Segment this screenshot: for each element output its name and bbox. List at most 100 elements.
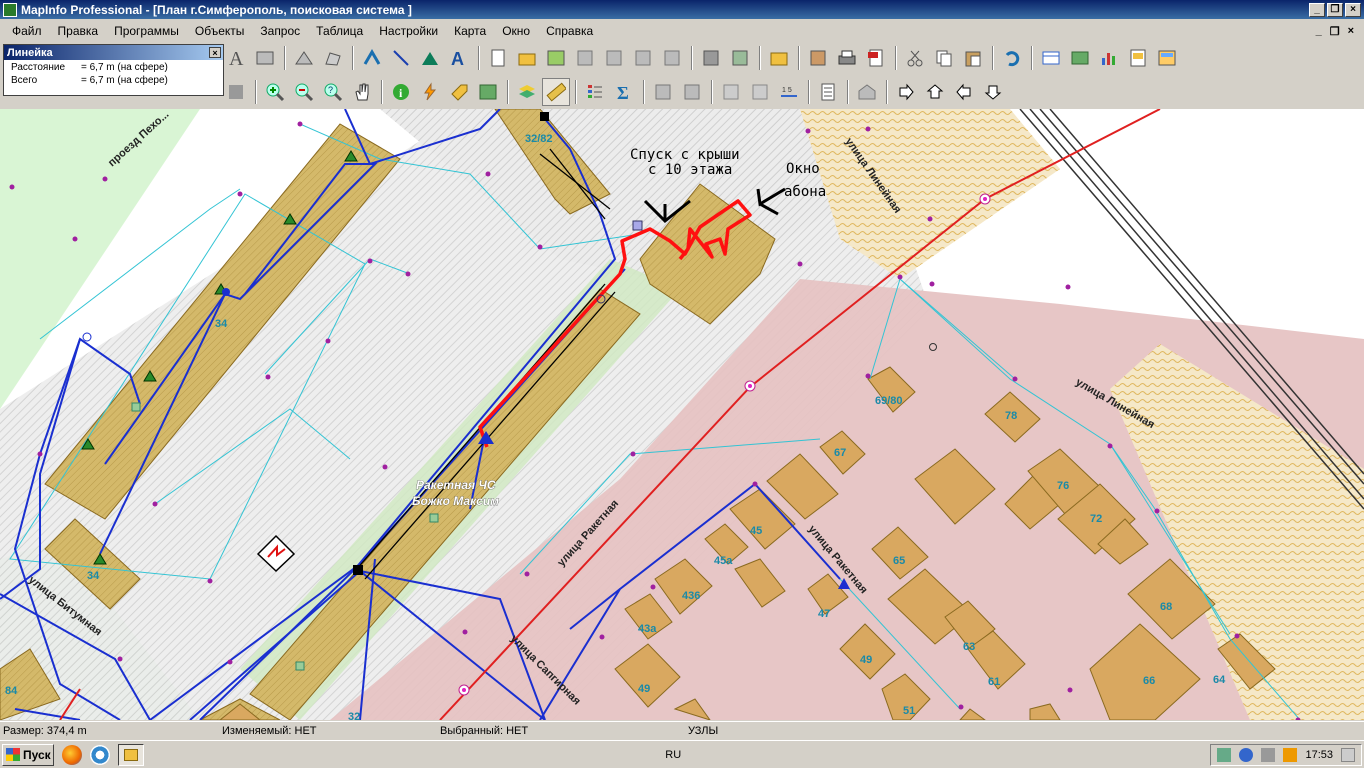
- new-browser-icon[interactable]: [1037, 44, 1065, 72]
- print-icon[interactable]: [833, 44, 861, 72]
- paste-icon[interactable]: [959, 44, 987, 72]
- refresh-icon[interactable]: [90, 744, 110, 765]
- layer-control-icon[interactable]: [513, 78, 541, 106]
- close-button[interactable]: ×: [1345, 2, 1361, 17]
- open-universal-icon[interactable]: [658, 44, 686, 72]
- building-number: 436: [682, 590, 700, 602]
- mapinfo-task-button[interactable]: [118, 743, 144, 766]
- menu-table[interactable]: Таблица: [308, 24, 371, 38]
- app-icon: [3, 2, 17, 17]
- building-number: 72: [1090, 513, 1102, 525]
- map-canvas[interactable]: 32/82 34 34 84 32 69/80 78 67 76 72 45 4…: [0, 109, 1364, 720]
- globe-icon[interactable]: [1239, 747, 1254, 762]
- line-tool-icon[interactable]: [387, 44, 415, 72]
- statistics-icon[interactable]: Σ: [610, 78, 638, 106]
- label-tool-icon[interactable]: A: [445, 44, 473, 72]
- polygon-select-icon[interactable]: [746, 78, 774, 106]
- show-desktop-icon[interactable]: [1340, 747, 1355, 762]
- menu-edit[interactable]: Правка: [50, 24, 107, 38]
- copy-icon[interactable]: [930, 44, 958, 72]
- new-layout-icon[interactable]: [1124, 44, 1152, 72]
- minimize-button[interactable]: _: [1309, 2, 1325, 17]
- save-table-icon[interactable]: [697, 44, 725, 72]
- ruler-title-bar[interactable]: Линейка ×: [4, 45, 223, 60]
- info-tool-icon[interactable]: i: [387, 78, 415, 106]
- open-wms-icon[interactable]: [600, 44, 628, 72]
- cut-icon[interactable]: [901, 44, 929, 72]
- hotlink-icon[interactable]: [416, 78, 444, 106]
- save-copy-icon[interactable]: [804, 44, 832, 72]
- legend-icon[interactable]: [581, 78, 609, 106]
- system-tray: 17:53: [1210, 743, 1362, 766]
- ruler-tool-icon[interactable]: [542, 78, 570, 106]
- clip-region-icon[interactable]: [649, 78, 677, 106]
- drag-map-icon[interactable]: [474, 78, 502, 106]
- save-workspace-icon[interactable]: [726, 44, 754, 72]
- volume-icon[interactable]: [1261, 747, 1276, 762]
- label-icon[interactable]: [445, 78, 473, 106]
- arrow-left-icon[interactable]: [950, 78, 978, 106]
- building-number: 69/80: [875, 395, 903, 407]
- doc-restore-button[interactable]: ❐: [1330, 25, 1340, 38]
- menu-window[interactable]: Окно: [494, 24, 538, 38]
- reshape-tool-icon[interactable]: [319, 44, 347, 72]
- open-dbms-icon[interactable]: [571, 44, 599, 72]
- region-tool-icon[interactable]: [416, 44, 444, 72]
- pink-marker-3-dot: [462, 688, 466, 692]
- building-number: 66: [1143, 675, 1155, 687]
- change-view-icon[interactable]: ?: [319, 78, 347, 106]
- new-table-icon[interactable]: [484, 44, 512, 72]
- undo-icon[interactable]: [998, 44, 1026, 72]
- doc-minimize-button[interactable]: _: [1316, 25, 1322, 38]
- firefox-icon[interactable]: [62, 744, 82, 765]
- network-icon[interactable]: [1217, 747, 1232, 762]
- ruler-distance-value: = 6,7 m (на сфере): [81, 62, 168, 73]
- status-editable: Изменяемый: НЕТ: [222, 725, 317, 737]
- building-number: 32/82: [525, 133, 553, 145]
- open-table-icon[interactable]: [513, 44, 541, 72]
- text-tool-icon[interactable]: A: [222, 44, 250, 72]
- doc-close-button[interactable]: ×: [1348, 25, 1354, 38]
- ruler-window[interactable]: Линейка × Расстояние = 6,7 m (на сфере) …: [3, 44, 224, 96]
- menu-help[interactable]: Справка: [538, 24, 601, 38]
- building-icon[interactable]: [853, 78, 881, 106]
- polygon-tool-icon[interactable]: [290, 44, 318, 72]
- open-folder-icon[interactable]: [765, 44, 793, 72]
- restore-button[interactable]: ❐: [1327, 2, 1343, 17]
- scale-bar-icon[interactable]: 1 5: [775, 78, 803, 106]
- new-mapper-icon[interactable]: [1066, 44, 1094, 72]
- ruler-close-button[interactable]: ×: [209, 47, 221, 58]
- select-tool-icon[interactable]: [222, 78, 250, 106]
- open-wfs-icon[interactable]: [629, 44, 657, 72]
- arrow-up-icon[interactable]: [921, 78, 949, 106]
- zoom-out-icon[interactable]: [290, 78, 318, 106]
- clock[interactable]: 17:53: [1305, 749, 1333, 761]
- alert-icon[interactable]: [1283, 747, 1298, 762]
- pdf-export-icon[interactable]: [862, 44, 890, 72]
- building-number: 45а: [714, 555, 733, 567]
- menu-map[interactable]: Карта: [446, 24, 494, 38]
- annotation-descent-line1: Спуск с крыши: [630, 147, 740, 163]
- rectangle-tool-icon[interactable]: [251, 44, 279, 72]
- arrow-right-icon[interactable]: [892, 78, 920, 106]
- menu-file[interactable]: Файл: [4, 24, 50, 38]
- arrow-down-icon[interactable]: [979, 78, 1007, 106]
- taskbar: Пуск RU 17:53: [0, 740, 1364, 768]
- menu-settings[interactable]: Настройки: [371, 24, 446, 38]
- new-graph-icon[interactable]: [1095, 44, 1123, 72]
- menu-programs[interactable]: Программы: [106, 24, 187, 38]
- set-target-icon[interactable]: [678, 78, 706, 106]
- start-button[interactable]: Пуск: [2, 743, 54, 766]
- menu-query[interactable]: Запрос: [252, 24, 308, 38]
- pink-marker-2-dot: [748, 384, 752, 388]
- new-redistricter-icon[interactable]: [1153, 44, 1181, 72]
- add-node-icon[interactable]: [358, 44, 386, 72]
- grabber-hand-icon[interactable]: [348, 78, 376, 106]
- open-workspace-icon[interactable]: [542, 44, 570, 72]
- menu-objects[interactable]: Объекты: [187, 24, 253, 38]
- radius-select-icon[interactable]: [717, 78, 745, 106]
- notes-icon[interactable]: [814, 78, 842, 106]
- zoom-in-icon[interactable]: [261, 78, 289, 106]
- language-indicator[interactable]: RU: [665, 749, 681, 761]
- map-window[interactable]: 32/82 34 34 84 32 69/80 78 67 76 72 45 4…: [0, 109, 1364, 720]
